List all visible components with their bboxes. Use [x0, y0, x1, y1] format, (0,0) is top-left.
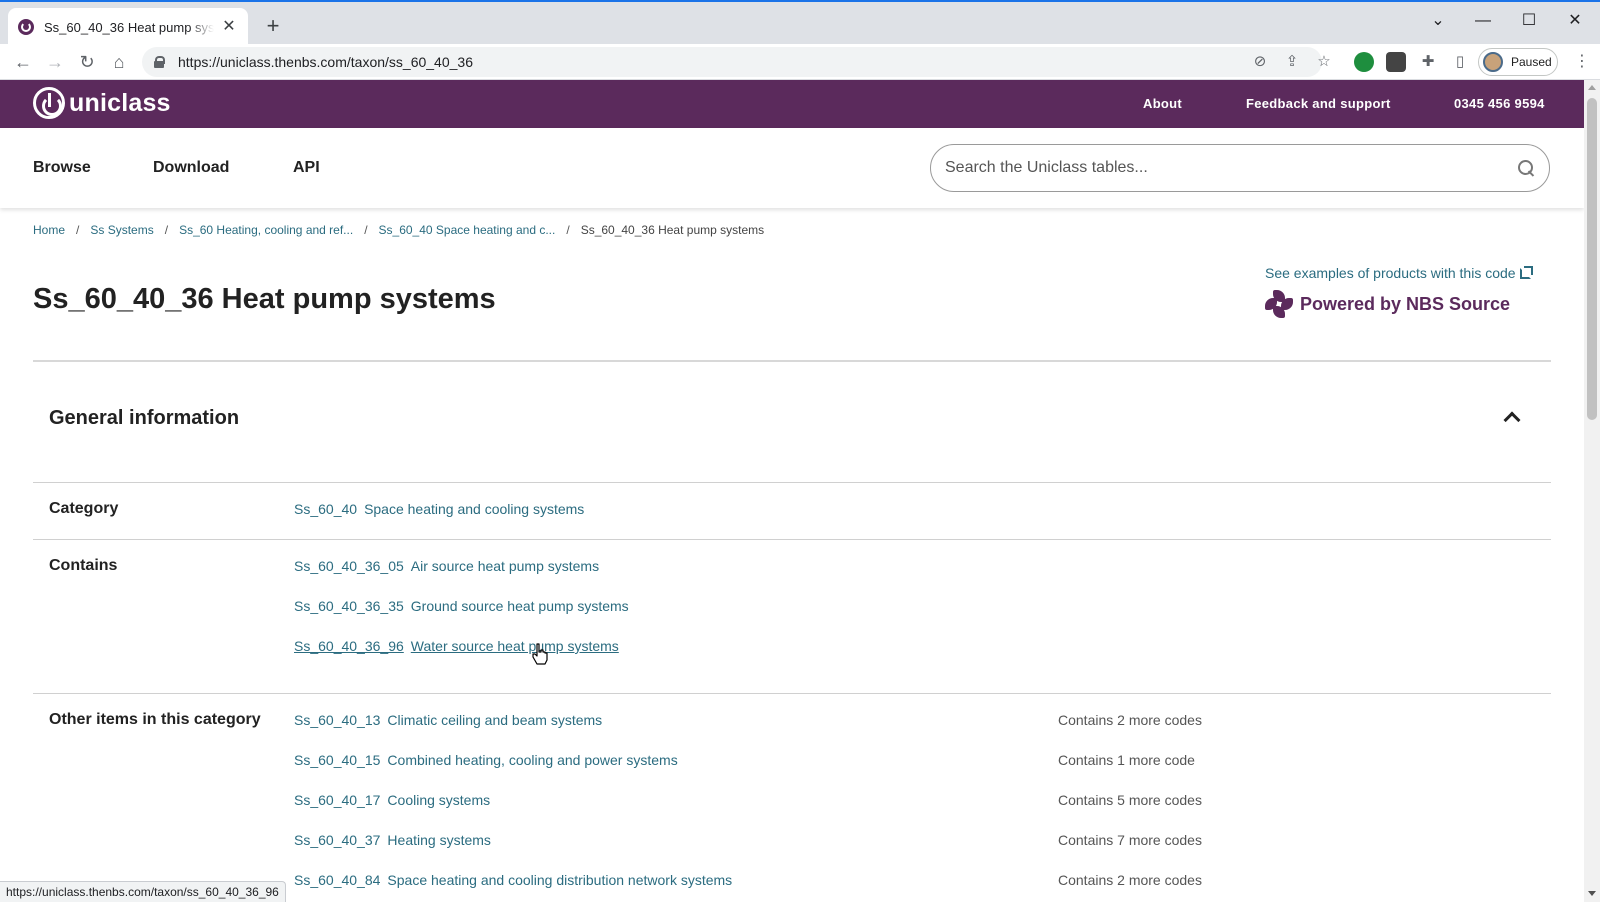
- new-tab-button[interactable]: +: [260, 14, 286, 40]
- uniclass-logo[interactable]: uniclass: [33, 87, 171, 119]
- minimize-button[interactable]: —: [1460, 6, 1506, 36]
- logo-text: uniclass: [69, 88, 171, 117]
- nav-browse[interactable]: Browse: [33, 159, 91, 177]
- other-item-link[interactable]: Ss_60_40_84 Space heating and cooling dis…: [294, 872, 732, 888]
- lock-icon[interactable]: [154, 56, 165, 68]
- browser-tab[interactable]: Ss_60_40_36 Heat pump systems ✕: [8, 8, 248, 46]
- powered-by-label: Powered by NBS Source: [1300, 293, 1511, 314]
- hand-cursor-icon: [532, 643, 548, 665]
- uniclass-favicon-icon: [18, 19, 34, 35]
- status-bar-url: https://uniclass.thenbs.com/taxon/ss_60_…: [0, 881, 286, 902]
- breadcrumb-home[interactable]: Home: [33, 223, 65, 237]
- share-icon[interactable]: ⇪: [1282, 52, 1302, 72]
- site-header: uniclass About Feedback and support 0345…: [0, 80, 1584, 128]
- other-item-link[interactable]: Ss_60_40_13 Climatic ceiling and beam sys…: [294, 712, 602, 728]
- page-viewport: uniclass About Feedback and support 0345…: [0, 80, 1584, 902]
- breadcrumb-separator: /: [364, 223, 368, 237]
- breadcrumb-separator: /: [164, 223, 169, 237]
- other-item-link[interactable]: Ss_60_40_37 Heating systems: [294, 832, 491, 848]
- feedback-support-link[interactable]: Feedback and support: [1246, 96, 1391, 111]
- powered-by-nbs[interactable]: Powered by NBS Source: [1265, 290, 1510, 318]
- close-window-button[interactable]: ✕: [1552, 6, 1598, 36]
- openai-extension-icon[interactable]: [1386, 52, 1406, 72]
- address-bar[interactable]: https://uniclass.thenbs.com/taxon/ss_60_…: [142, 47, 1322, 77]
- external-link-icon: [1519, 266, 1533, 279]
- green-extension-icon[interactable]: [1354, 52, 1374, 72]
- other-item-count: Contains 1 more code: [1058, 752, 1195, 768]
- chevron-up-icon[interactable]: [1503, 411, 1521, 429]
- product-examples-link[interactable]: See examples of products with this code: [1265, 265, 1533, 281]
- other-item-count: Contains 7 more codes: [1058, 832, 1202, 848]
- search-icon[interactable]: [1517, 159, 1535, 177]
- row-divider: [33, 539, 1551, 540]
- home-icon[interactable]: ⌂: [106, 49, 132, 75]
- general-information-heading[interactable]: General information: [49, 407, 239, 430]
- other-item-link[interactable]: Ss_60_40_17 Cooling systems: [294, 792, 490, 808]
- category-label: Category: [49, 500, 119, 517]
- title-divider: [33, 360, 1551, 362]
- search-input[interactable]: [945, 159, 1517, 177]
- category-link[interactable]: Ss_60_40 Space heating and cooling system…: [294, 501, 584, 517]
- search-box[interactable]: [930, 144, 1550, 192]
- breadcrumb-ss-60[interactable]: Ss_60 Heating, cooling and ref...: [179, 223, 353, 237]
- contains-item-link[interactable]: Ss_60_40_36_35 Ground source heat pump sy…: [294, 598, 629, 614]
- browser-tab-strip: Ss_60_40_36 Heat pump systems ✕ + ⌄ — ☐ …: [0, 0, 1600, 46]
- other-item-count: Contains 2 more codes: [1058, 872, 1202, 888]
- tab-title: Ss_60_40_36 Heat pump systems: [44, 19, 214, 35]
- reload-icon[interactable]: ↻: [74, 49, 100, 75]
- other-item-link[interactable]: Ss_60_40_15 Combined heating, cooling and…: [294, 752, 678, 768]
- avatar: [1483, 52, 1503, 72]
- scrollbar-thumb[interactable]: [1587, 98, 1597, 420]
- breadcrumb: Home / Ss Systems / Ss_60 Heating, cooli…: [33, 223, 764, 237]
- scroll-up-arrow-icon[interactable]: [1588, 85, 1596, 90]
- tab-search-chevron-icon[interactable]: ⌄: [1415, 6, 1461, 36]
- url-text: https://uniclass.thenbs.com/taxon/ss_60_…: [178, 54, 473, 70]
- more-menu-icon[interactable]: ⋮: [1572, 52, 1592, 72]
- main-nav: Browse Download API: [0, 128, 1584, 208]
- nbs-source-logo-icon: [1265, 290, 1293, 318]
- bookmark-star-icon[interactable]: ☆: [1314, 52, 1334, 72]
- other-item-count: Contains 2 more codes: [1058, 712, 1202, 728]
- scroll-down-arrow-icon[interactable]: [1588, 891, 1596, 896]
- row-divider: [33, 693, 1551, 694]
- back-arrow-icon[interactable]: ←: [10, 49, 36, 75]
- nav-api[interactable]: API: [293, 159, 320, 177]
- forward-arrow-icon[interactable]: →: [42, 49, 68, 75]
- maximize-button[interactable]: ☐: [1506, 6, 1552, 36]
- breadcrumb-current: Ss_60_40_36 Heat pump systems: [580, 223, 765, 237]
- contains-item-link[interactable]: Ss_60_40_36_96 Water source heat pump sys…: [294, 638, 619, 654]
- about-link[interactable]: About: [1143, 96, 1182, 111]
- eye-slash-icon[interactable]: ⊘: [1250, 52, 1270, 72]
- breadcrumb-ss-60-40[interactable]: Ss_60_40 Space heating and c...: [379, 223, 556, 237]
- breadcrumb-separator: /: [566, 223, 570, 237]
- profile-button[interactable]: Paused: [1478, 48, 1558, 76]
- side-panel-icon[interactable]: ▯: [1450, 52, 1470, 72]
- section-divider: [33, 482, 1551, 483]
- other-item-count: Contains 5 more codes: [1058, 792, 1202, 808]
- contains-item-link[interactable]: Ss_60_40_36_05 Air source heat pump syste…: [294, 558, 599, 574]
- page-scrollbar[interactable]: [1584, 80, 1600, 902]
- breadcrumb-systems[interactable]: Ss Systems: [90, 223, 153, 237]
- browser-toolbar: ← → ↻ ⌂ https://uniclass.thenbs.com/taxo…: [0, 44, 1600, 80]
- breadcrumb-separator: /: [76, 223, 80, 237]
- close-tab-icon[interactable]: ✕: [220, 18, 238, 36]
- uniclass-logo-icon: [33, 87, 65, 119]
- phone-link[interactable]: 0345 456 9594: [1454, 96, 1545, 111]
- page-title: Ss_60_40_36 Heat pump systems: [33, 283, 496, 315]
- nav-download[interactable]: Download: [153, 159, 229, 177]
- puzzle-extensions-icon[interactable]: ✚: [1418, 52, 1438, 72]
- other-items-label: Other items in this category: [49, 711, 261, 728]
- profile-status: Paused: [1511, 55, 1552, 69]
- contains-label: Contains: [49, 557, 118, 574]
